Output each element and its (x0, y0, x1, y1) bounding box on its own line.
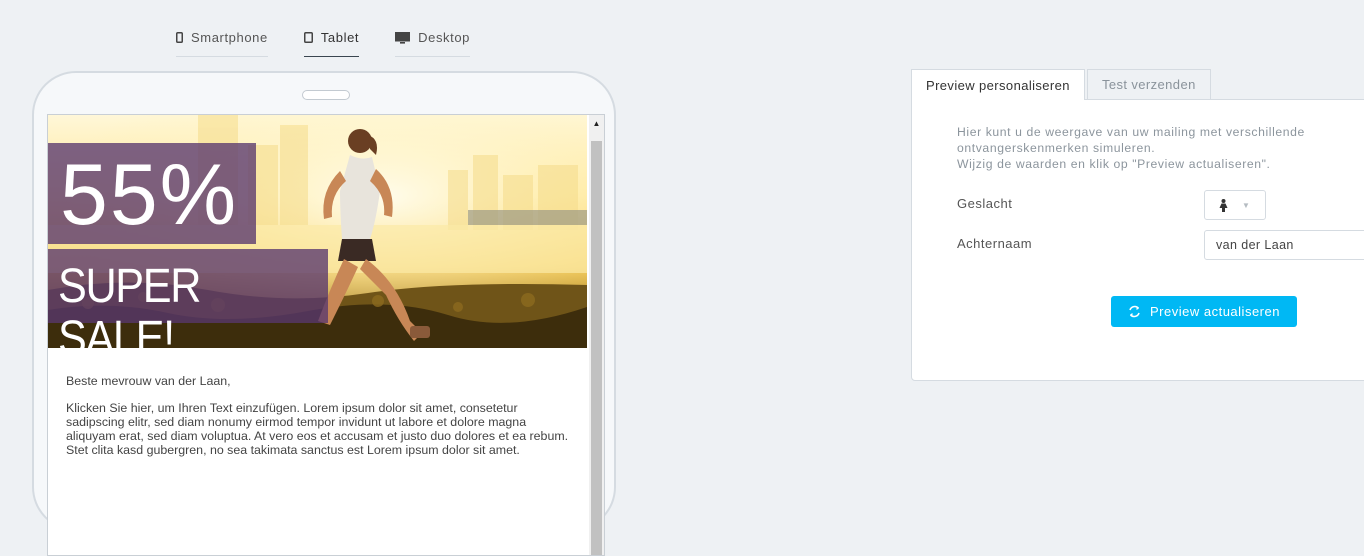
tab-preview-personaliseren[interactable]: Preview personaliseren (911, 69, 1085, 100)
device-tabs: Smartphone Tablet Desktop (176, 28, 506, 57)
panel-tabs: Preview personaliseren Test verzenden (911, 69, 1211, 100)
refresh-icon (1129, 305, 1140, 318)
description-line-1: Hier kunt u de weergave van uw mailing m… (957, 125, 1305, 155)
hero-banner: 55% SUPER SALE! (48, 115, 587, 348)
sale-overlay: SUPER SALE! (48, 249, 328, 348)
preview-button-label: Preview actualiseren (1150, 304, 1280, 319)
percent-overlay: 55% (48, 143, 256, 244)
smartphone-icon (176, 32, 183, 43)
desktop-icon (395, 31, 411, 44)
preview-screen[interactable]: 55% SUPER SALE! Beste mevrouw van der La… (47, 114, 605, 556)
tab-smartphone-label: Smartphone (191, 30, 268, 45)
gender-label: Geslacht (957, 196, 1013, 211)
tab-tablet[interactable]: Tablet (303, 28, 360, 57)
panel-description: Hier kunt u de weergave van uw mailing m… (957, 124, 1357, 172)
gender-select[interactable]: ▼ (1204, 190, 1266, 220)
email-greeting: Beste mevrouw van der Laan, (66, 374, 231, 388)
chevron-down-icon: ▼ (1242, 200, 1250, 210)
scroll-up-arrow-icon[interactable]: ▲ (589, 115, 604, 132)
tab-tablet-label: Tablet (320, 30, 360, 45)
email-body: Beste mevrouw van der Laan, Klicken Sie … (48, 348, 587, 457)
lastname-input[interactable] (1204, 230, 1364, 260)
preview-actualiseren-button[interactable]: Preview actualiseren (1111, 296, 1297, 327)
tablet-icon (303, 32, 313, 43)
tablet-speaker (302, 90, 350, 100)
personalize-panel: Hier kunt u de weergave van uw mailing m… (911, 99, 1364, 381)
lastname-label: Achternaam (957, 236, 1033, 251)
tab-test-verzenden[interactable]: Test verzenden (1086, 69, 1211, 99)
tab-smartphone[interactable]: Smartphone (176, 28, 268, 57)
tab-desktop-label: Desktop (418, 30, 471, 45)
preview-scrollbar[interactable]: ▲ (589, 115, 604, 555)
sale-headline: SUPER SALE! (58, 260, 201, 349)
female-person-icon (1219, 198, 1228, 212)
tablet-frame: 55% SUPER SALE! Beste mevrouw van der La… (32, 71, 616, 556)
description-line-2: Wijzig de waarden en klik op "Preview ac… (957, 157, 1271, 171)
email-preview: 55% SUPER SALE! Beste mevrouw van der La… (48, 115, 587, 470)
email-text: Klicken Sie hier, um Ihren Text einzufüg… (66, 401, 569, 457)
runner-image (318, 129, 430, 341)
discount-percent: 55% (60, 147, 239, 243)
tab-desktop[interactable]: Desktop (395, 28, 471, 57)
